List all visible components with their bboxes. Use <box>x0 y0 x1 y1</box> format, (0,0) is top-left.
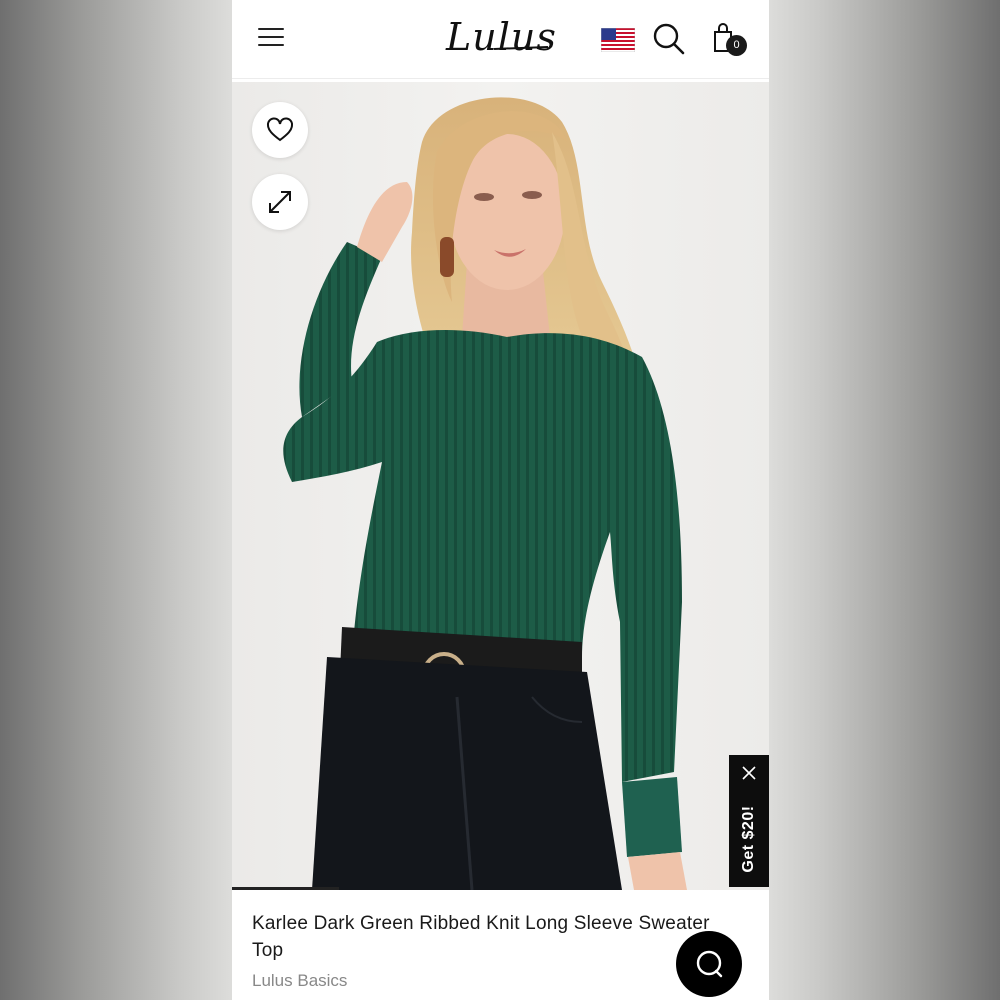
product-image[interactable] <box>232 82 769 890</box>
product-brand[interactable]: Lulus Basics <box>252 971 347 991</box>
us-flag-icon[interactable] <box>601 28 635 52</box>
close-icon[interactable] <box>741 765 757 781</box>
cart-count-badge: 0 <box>726 35 747 56</box>
product-title: Karlee Dark Green Ribbed Knit Long Sleev… <box>252 913 710 961</box>
hamburger-menu-icon[interactable] <box>258 26 284 48</box>
gallery-progress-indicator <box>232 887 339 890</box>
chat-button[interactable] <box>676 931 742 997</box>
wishlist-button[interactable] <box>252 102 308 158</box>
expand-icon <box>269 191 291 213</box>
promo-label[interactable]: Get $20! <box>739 793 759 885</box>
site-header: Lulus 0 <box>232 0 769 79</box>
mobile-page: Lulus 0 Get $20! Karlee Dark Green Ribbe… <box>232 0 769 1000</box>
promo-tab[interactable]: Get $20! <box>729 755 769 887</box>
product-photo <box>232 82 769 890</box>
heart-icon <box>267 117 293 142</box>
expand-image-button[interactable] <box>252 174 308 230</box>
search-icon[interactable] <box>652 22 686 56</box>
brand-logo[interactable]: Lulus <box>446 12 556 62</box>
chat-icon <box>696 950 723 978</box>
